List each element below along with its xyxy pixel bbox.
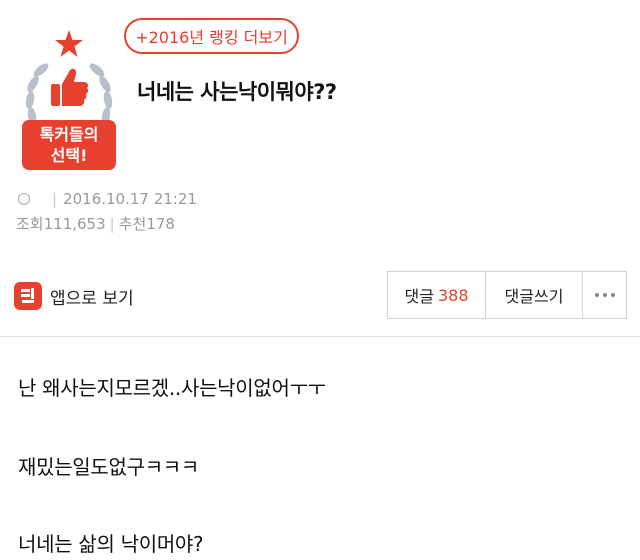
post-meta-stats: 조회 111,653 | 추천 178 [16, 213, 175, 234]
award-wreath-icon: 톡커들의 선택! [22, 30, 116, 170]
more-dots-icon [594, 293, 615, 297]
meta-separator: | [52, 190, 58, 208]
badge-label-line1: 톡커들의 [40, 125, 99, 144]
badge-label-line2: 선택! [51, 146, 88, 165]
post-date: 2016.10.17 21:21 [63, 190, 197, 208]
tokers-choice-badge: 톡커들의 선택! [14, 28, 124, 173]
app-view-label: 앱으로 보기 [50, 288, 134, 309]
post-body-line: 재밌는일도없구ㅋㅋㅋ [18, 455, 199, 479]
meta-separator: | [109, 214, 115, 233]
comments-button[interactable]: 댓글 388 [388, 272, 486, 318]
post-action-bar: 댓글 388 댓글쓰기 [387, 271, 627, 319]
views-count: 111,653 [43, 214, 106, 233]
comments-label: 댓글 [404, 287, 434, 306]
post-body-line: 너네는 삶의 낙이머야? [18, 532, 204, 556]
post-title: 너네는 사는낙이뭐야?? [137, 80, 337, 104]
pann-app-icon [14, 282, 42, 310]
post-body-line: 난 왜사는지모르겠..사는낙이없어ㅜㅜ [18, 376, 326, 400]
author-circle-icon [18, 193, 30, 205]
ranking-more-link[interactable]: +2016년 랭킹 더보기 [124, 18, 299, 54]
write-comment-button[interactable]: 댓글쓰기 [486, 272, 583, 318]
post-meta-date: | 2016.10.17 21:21 [18, 190, 197, 208]
comments-count: 388 [437, 285, 469, 305]
content-divider [0, 336, 640, 337]
app-view-link[interactable]: 앱으로 보기 [14, 282, 134, 310]
more-options-button[interactable] [583, 272, 626, 318]
recommend-label: 추천 [118, 215, 147, 233]
views-label: 조회 [16, 215, 44, 233]
recommend-count: 178 [146, 214, 175, 233]
write-comment-label: 댓글쓰기 [504, 287, 564, 306]
